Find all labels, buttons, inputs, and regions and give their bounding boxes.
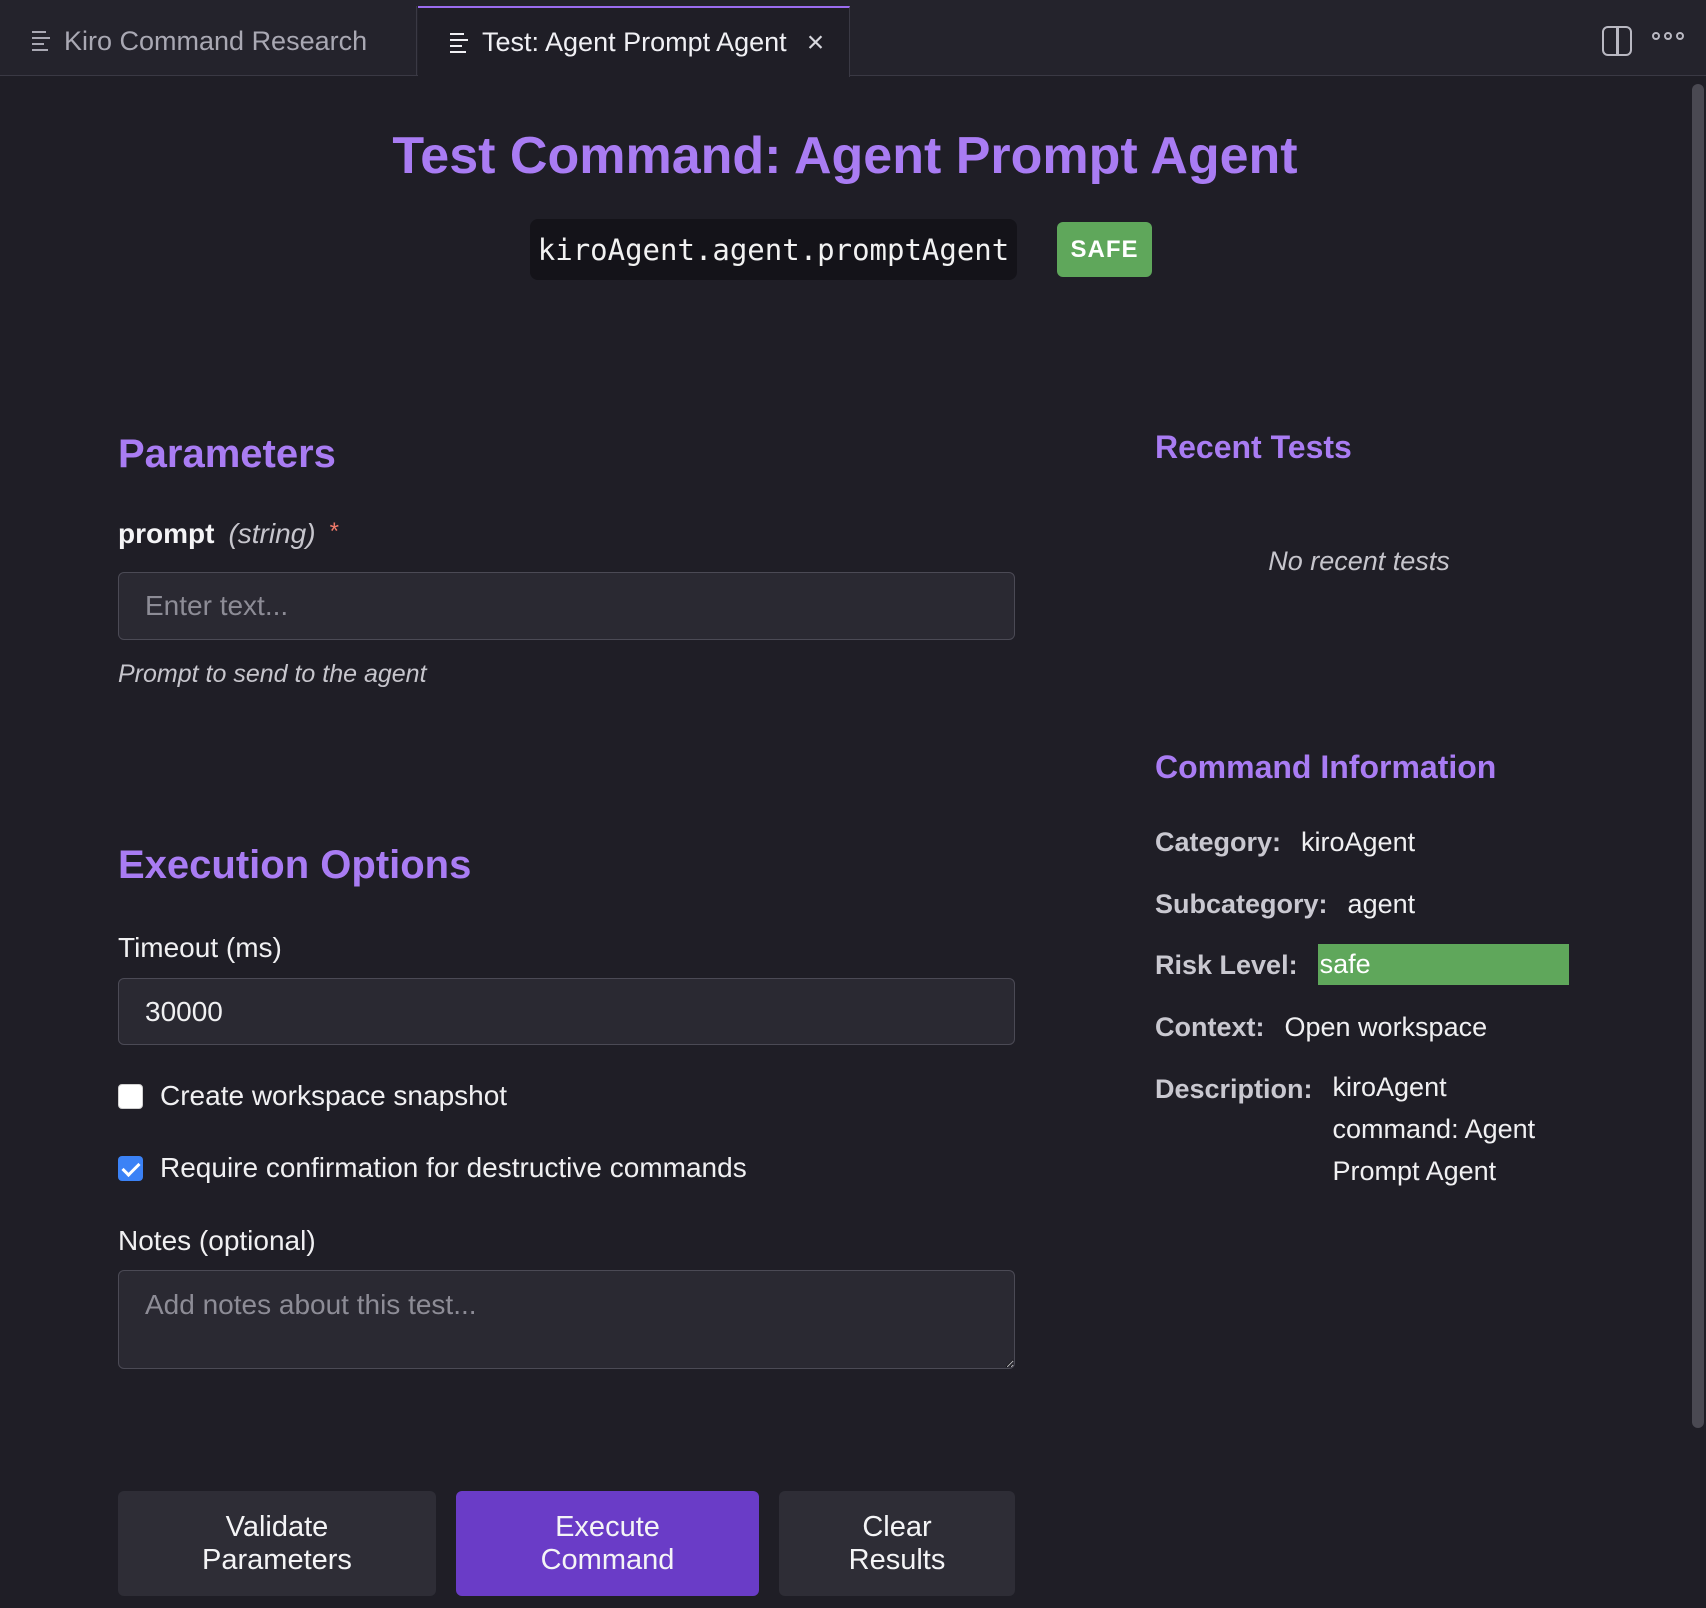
info-value: kiroAgent command: Agent Prompt Agent bbox=[1332, 1072, 1536, 1186]
param-label-prompt: prompt (string) * bbox=[118, 518, 339, 550]
validate-parameters-button[interactable]: Validate Parameters bbox=[118, 1491, 436, 1596]
info-row-risk: Risk Level: safe bbox=[1155, 944, 1569, 985]
button-label-line: Clear bbox=[862, 1510, 932, 1543]
info-value: Open workspace bbox=[1284, 1012, 1488, 1042]
info-value: kiroAgent bbox=[1301, 827, 1416, 857]
info-row-context: Context: Open workspace bbox=[1155, 1012, 1487, 1043]
execution-options-heading: Execution Options bbox=[118, 843, 472, 887]
timeout-label: Timeout (ms) bbox=[118, 932, 282, 963]
execute-command-button[interactable]: Execute Command bbox=[456, 1491, 759, 1596]
confirm-checkbox[interactable] bbox=[118, 1155, 143, 1181]
button-label-line: Parameters bbox=[202, 1543, 352, 1576]
command-id: kiroAgent.agent.promptAgent bbox=[530, 219, 1017, 280]
risk-level-value: safe bbox=[1317, 944, 1569, 985]
param-name: prompt bbox=[118, 518, 215, 549]
editor-tab-bar: Kiro Command Research Test: Agent Prompt… bbox=[0, 0, 1706, 77]
close-icon[interactable]: × bbox=[807, 27, 825, 58]
info-value: agent bbox=[1347, 889, 1416, 919]
tab-label: Kiro Command Research bbox=[64, 25, 368, 56]
clear-results-button[interactable]: Clear Results bbox=[779, 1491, 1015, 1596]
tab-test-agent-prompt-agent[interactable]: Test: Agent Prompt Agent × bbox=[418, 6, 850, 77]
recent-tests-empty: No recent tests bbox=[1268, 546, 1450, 576]
tab-kiro-command-research[interactable]: Kiro Command Research bbox=[0, 6, 417, 76]
button-label-line: Results bbox=[848, 1543, 946, 1576]
risk-badge: SAFE bbox=[1057, 222, 1152, 277]
more-actions-icon[interactable] bbox=[1652, 32, 1684, 40]
required-marker: * bbox=[329, 518, 339, 545]
prompt-input[interactable] bbox=[118, 572, 1015, 640]
info-key: Subcategory: bbox=[1155, 889, 1328, 919]
info-row-category: Category: kiroAgent bbox=[1155, 827, 1415, 858]
snapshot-option[interactable]: Create workspace snapshot bbox=[118, 1080, 507, 1112]
notes-textarea[interactable] bbox=[118, 1270, 1015, 1369]
info-row-description: Description: kiroAgent command: Agent Pr… bbox=[1155, 1072, 1548, 1192]
info-key: Context: bbox=[1155, 1012, 1265, 1042]
button-label-line: Execute bbox=[555, 1510, 660, 1543]
confirm-option[interactable]: Require confirmation for destructive com… bbox=[118, 1152, 747, 1184]
info-key: Description: bbox=[1155, 1074, 1313, 1104]
snapshot-checkbox[interactable] bbox=[118, 1083, 143, 1109]
page-title: Test Command: Agent Prompt Agent bbox=[392, 127, 1298, 185]
recent-tests-heading: Recent Tests bbox=[1155, 429, 1352, 465]
notes-label: Notes (optional) bbox=[118, 1225, 316, 1256]
list-lines-icon bbox=[32, 31, 52, 51]
tab-label: Test: Agent Prompt Agent bbox=[482, 27, 787, 57]
command-info-heading: Command Information bbox=[1155, 749, 1497, 785]
info-key: Category: bbox=[1155, 827, 1282, 857]
param-hint: Prompt to send to the agent bbox=[118, 660, 427, 688]
split-editor-icon[interactable] bbox=[1602, 26, 1632, 56]
snapshot-label: Create workspace snapshot bbox=[160, 1080, 508, 1111]
button-label-line: Validate bbox=[225, 1510, 329, 1543]
list-lines-icon bbox=[450, 32, 470, 53]
param-type: (string) bbox=[228, 518, 316, 549]
timeout-input[interactable] bbox=[118, 978, 1015, 1045]
confirm-label: Require confirmation for destructive com… bbox=[160, 1152, 747, 1183]
button-label-line: Command bbox=[540, 1543, 675, 1576]
parameters-heading: Parameters bbox=[118, 432, 336, 476]
vertical-scrollbar[interactable] bbox=[1692, 84, 1704, 1428]
info-row-subcategory: Subcategory: agent bbox=[1155, 889, 1415, 920]
info-key: Risk Level: bbox=[1155, 950, 1298, 980]
